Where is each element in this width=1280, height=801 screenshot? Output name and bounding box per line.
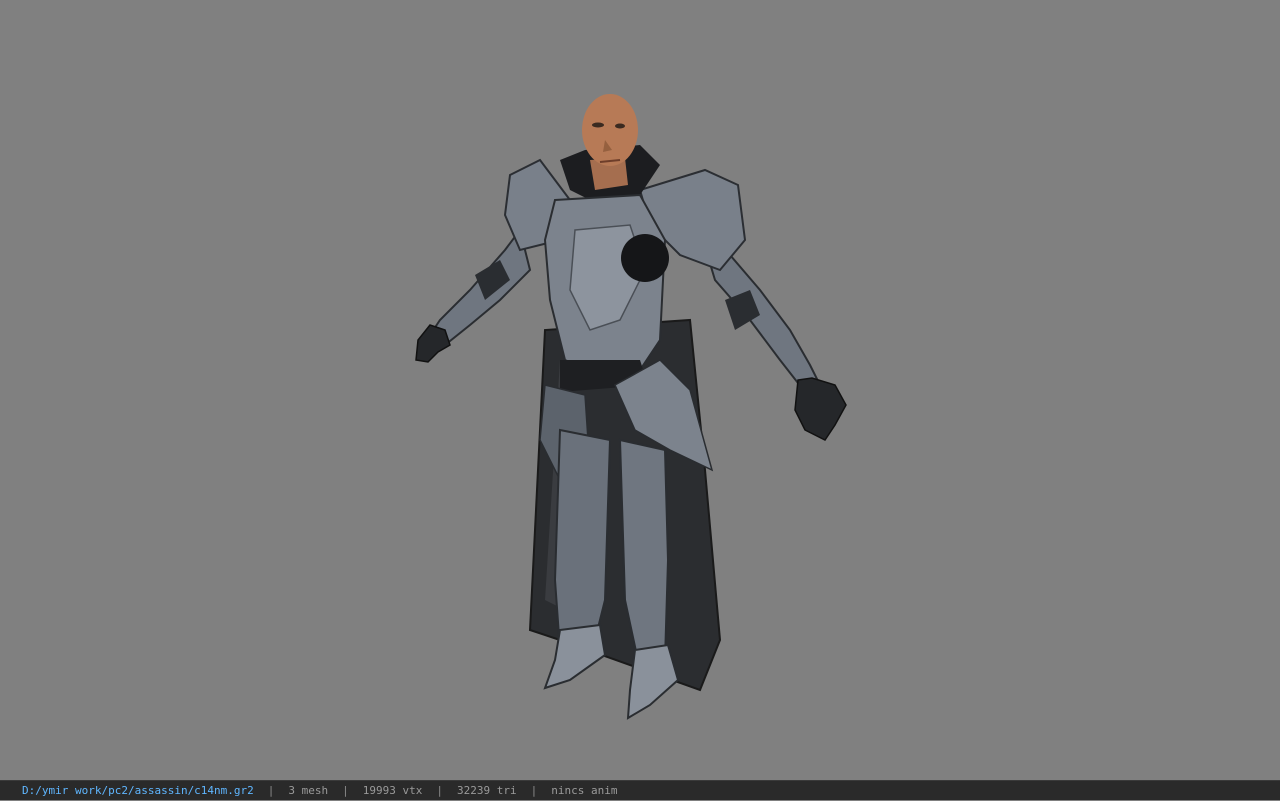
- right-boot: [626, 643, 680, 720]
- separator: |: [342, 784, 349, 797]
- triangle-count: 32239 tri: [457, 784, 517, 797]
- mesh-count: 3 mesh: [288, 784, 329, 797]
- head: [582, 94, 638, 166]
- file-path: D:/ymir work/pc2/assassin/c14nm.gr2: [22, 784, 254, 797]
- separator: |: [267, 784, 275, 797]
- left-glove: [415, 324, 451, 363]
- character-model: [415, 94, 847, 720]
- right-glove: [794, 377, 847, 441]
- chest-rosette: [621, 234, 669, 282]
- 3d-viewport[interactable]: [0, 0, 1280, 780]
- status-bar: D:/ymir work/pc2/assassin/c14nm.gr2 | 3 me…: [0, 780, 1280, 800]
- separator: |: [436, 784, 444, 797]
- animation-status: nincs anim: [551, 784, 618, 797]
- separator: |: [530, 784, 538, 797]
- left-leg: [553, 428, 612, 652]
- vertex-count: 19993 vtx: [362, 784, 423, 797]
